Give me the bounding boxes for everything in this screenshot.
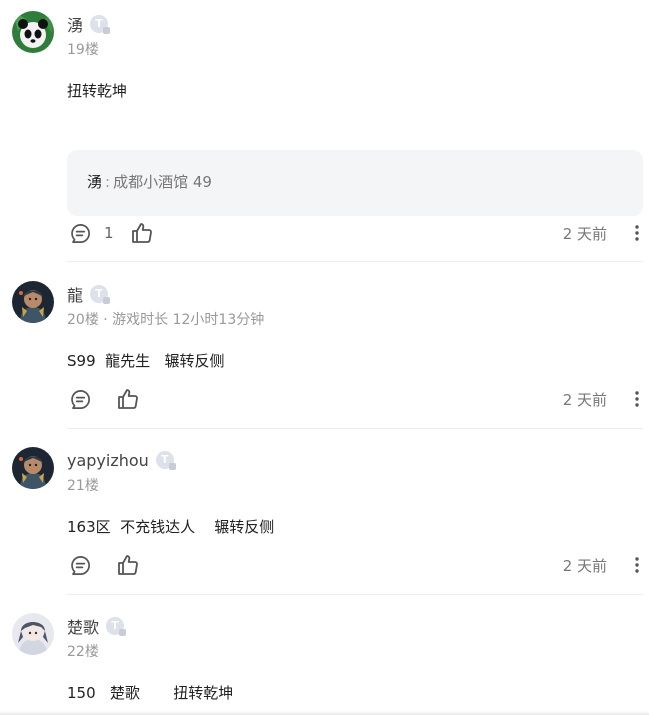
user-name[interactable]: 湧	[67, 12, 83, 36]
thumbs-up-icon	[116, 553, 140, 577]
user-name[interactable]: yapyizhou	[67, 451, 149, 470]
anime-portrait-avatar-icon	[12, 613, 54, 655]
quote-author[interactable]: 湧	[87, 173, 102, 191]
comment-item: 龍 T 20楼 · 游戏时长 12小时13分钟 S99 龍先生 辗转反侧 2 天…	[0, 281, 649, 429]
armored-hero-avatar-icon	[12, 447, 54, 489]
armored-hero-avatar-icon	[12, 281, 54, 323]
comment-item: 楚歌 T 22楼 150 楚歌 扭转乾坤	[0, 613, 649, 713]
comment-content: 150 楚歌 扭转乾坤	[67, 684, 234, 702]
user-name-row: yapyizhou T	[67, 449, 176, 471]
thumbs-up-icon	[116, 387, 140, 411]
quote-text: 成都小酒馆 49	[113, 173, 212, 191]
comment-list: 湧 T 19楼 扭转乾坤 湧: 成都小酒馆 49 1 2 天前 龍 T 20楼 …	[0, 0, 649, 715]
comment-actions: 1 2 天前	[67, 220, 643, 246]
avatar[interactable]	[12, 11, 54, 53]
like-button[interactable]	[116, 552, 140, 578]
more-options-button[interactable]	[631, 386, 643, 412]
reply-icon	[69, 222, 92, 245]
user-name[interactable]: 楚歌	[67, 614, 99, 638]
floor-info: 19楼	[67, 42, 99, 58]
divider	[67, 261, 643, 262]
user-name[interactable]: 龍	[67, 282, 83, 306]
comment-content: 扭转乾坤	[67, 82, 128, 100]
quoted-reply[interactable]: 湧: 成都小酒馆 49	[67, 150, 643, 216]
reply-icon	[69, 388, 92, 411]
avatar[interactable]	[12, 447, 54, 489]
panda-avatar-icon	[12, 11, 54, 53]
more-options-button[interactable]	[631, 552, 643, 578]
reply-count: 1	[104, 224, 114, 242]
more-vertical-icon	[634, 555, 640, 575]
user-badge-icon: T	[90, 285, 111, 304]
reply-button[interactable]	[69, 552, 92, 578]
thumbs-up-icon	[130, 221, 154, 245]
timestamp: 2 天前	[562, 225, 607, 243]
quote-separator: :	[105, 173, 111, 191]
user-badge-icon: T	[106, 617, 127, 636]
comment-content: S99 龍先生 辗转反侧	[67, 352, 225, 370]
comment-item: yapyizhou T 21楼 163区 不充钱达人 辗转反侧 2 天前	[0, 447, 649, 595]
more-options-button[interactable]	[631, 220, 643, 246]
reply-button[interactable]	[69, 386, 92, 412]
user-name-row: 龍 T	[67, 282, 111, 306]
comment-content: 163区 不充钱达人 辗转反侧	[67, 518, 275, 536]
reply-icon	[69, 554, 92, 577]
reply-button[interactable]: 1	[69, 220, 114, 246]
floor-info: 22楼	[67, 644, 99, 660]
timestamp: 2 天前	[562, 391, 607, 409]
avatar[interactable]	[12, 613, 54, 655]
avatar[interactable]	[12, 281, 54, 323]
like-button[interactable]	[116, 386, 140, 412]
user-name-row: 湧 T	[67, 12, 111, 36]
floor-info: 20楼 · 游戏时长 12小时13分钟	[67, 312, 265, 328]
comment-actions: 2 天前	[67, 552, 643, 578]
user-badge-icon: T	[155, 451, 176, 470]
divider	[67, 594, 643, 595]
scroll-edge-shadow	[0, 711, 649, 715]
comment-actions: 2 天前	[67, 386, 643, 412]
like-button[interactable]	[130, 220, 154, 246]
divider	[67, 428, 643, 429]
user-badge-icon: T	[90, 15, 111, 34]
comment-item: 湧 T 19楼 扭转乾坤 湧: 成都小酒馆 49 1 2 天前	[0, 11, 649, 262]
floor-info: 21楼	[67, 478, 99, 494]
more-vertical-icon	[634, 389, 640, 409]
timestamp: 2 天前	[562, 557, 607, 575]
user-name-row: 楚歌 T	[67, 614, 127, 638]
more-vertical-icon	[634, 223, 640, 243]
